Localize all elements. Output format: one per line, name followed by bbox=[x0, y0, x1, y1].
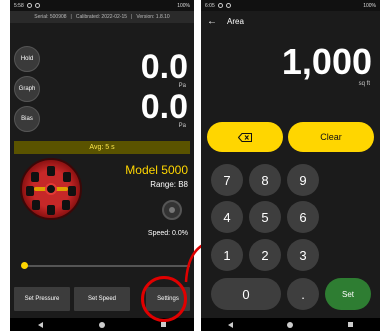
version: Version: 1.8.10 bbox=[136, 14, 170, 20]
home-icon[interactable] bbox=[287, 321, 294, 328]
key-3[interactable]: 3 bbox=[287, 239, 319, 271]
area-value-display: 1,000 bbox=[281, 41, 372, 82]
calibration-date: Calibrated: 2022-02-15 bbox=[75, 14, 128, 20]
area-entry-screen: 6:05 100% ← Area 1,000 sq ft Clear 7 8 9… bbox=[201, 0, 380, 331]
status-time: 5:58 bbox=[14, 2, 24, 9]
channel-b-unit: Pa bbox=[178, 123, 186, 129]
key-1[interactable]: 1 bbox=[211, 239, 243, 271]
hold-button[interactable]: Hold bbox=[14, 46, 40, 72]
key-6[interactable]: 6 bbox=[287, 201, 319, 233]
status-bar: 5:58 100% bbox=[10, 0, 194, 11]
home-icon[interactable] bbox=[99, 321, 105, 328]
area-unit: sq ft bbox=[358, 81, 370, 87]
set-pressure-button[interactable]: Set Pressure bbox=[14, 287, 70, 311]
status-time: 6:05 bbox=[205, 2, 215, 9]
backspace-icon bbox=[238, 132, 252, 142]
notification-icon bbox=[34, 3, 40, 8]
key-4[interactable]: 4 bbox=[211, 201, 243, 233]
back-icon[interactable] bbox=[38, 321, 43, 328]
model-label: Model 5000 bbox=[125, 163, 188, 177]
page-title: Area bbox=[227, 16, 244, 26]
key-2[interactable]: 2 bbox=[249, 239, 281, 271]
key-5[interactable]: 5 bbox=[249, 201, 281, 233]
key-8[interactable]: 8 bbox=[249, 164, 281, 196]
set-speed-button[interactable]: Set Speed bbox=[74, 287, 130, 311]
key-7[interactable]: 7 bbox=[211, 164, 243, 196]
set-button[interactable]: Set bbox=[325, 278, 371, 310]
battery-level: 100% bbox=[177, 2, 190, 9]
notification-icon bbox=[217, 3, 223, 8]
averaging-button[interactable]: Avg: 5 s bbox=[14, 141, 190, 154]
back-arrow-icon[interactable]: ← bbox=[207, 16, 217, 27]
recent-apps-icon[interactable] bbox=[161, 322, 166, 327]
recent-apps-icon[interactable] bbox=[347, 322, 353, 327]
status-bar: 6:05 100% bbox=[201, 0, 380, 11]
battery-level: 100% bbox=[363, 2, 376, 9]
device-info-row: Serial: 500908 | Calibrated: 2022-02-15 … bbox=[10, 11, 194, 23]
speed-slider-thumb[interactable] bbox=[21, 262, 28, 269]
fan-speed-icon bbox=[162, 200, 182, 220]
serial-number: Serial: 500908 bbox=[34, 14, 67, 20]
settings-highlight-circle bbox=[141, 276, 187, 322]
key-9[interactable]: 9 bbox=[287, 164, 319, 196]
notification-icon bbox=[26, 3, 32, 8]
fan-image bbox=[20, 158, 82, 220]
bias-button[interactable]: Bias bbox=[14, 106, 40, 132]
graph-button[interactable]: Graph bbox=[14, 76, 40, 102]
range-label[interactable]: Range: B8 bbox=[150, 180, 188, 189]
back-icon[interactable] bbox=[228, 321, 234, 328]
speed-slider-track[interactable] bbox=[24, 265, 190, 267]
key-decimal[interactable]: . bbox=[287, 278, 319, 310]
app-header: ← Area bbox=[201, 14, 380, 28]
notification-icon bbox=[225, 3, 231, 8]
navigation-bar bbox=[201, 318, 380, 331]
backspace-button[interactable] bbox=[207, 122, 283, 152]
channel-a-reading: 0.0 bbox=[140, 48, 188, 86]
key-0[interactable]: 0 bbox=[211, 278, 281, 310]
channel-b-reading: 0.0 bbox=[140, 88, 188, 126]
speed-label: Speed: 0.0% bbox=[147, 230, 188, 237]
clear-button[interactable]: Clear bbox=[288, 122, 374, 152]
